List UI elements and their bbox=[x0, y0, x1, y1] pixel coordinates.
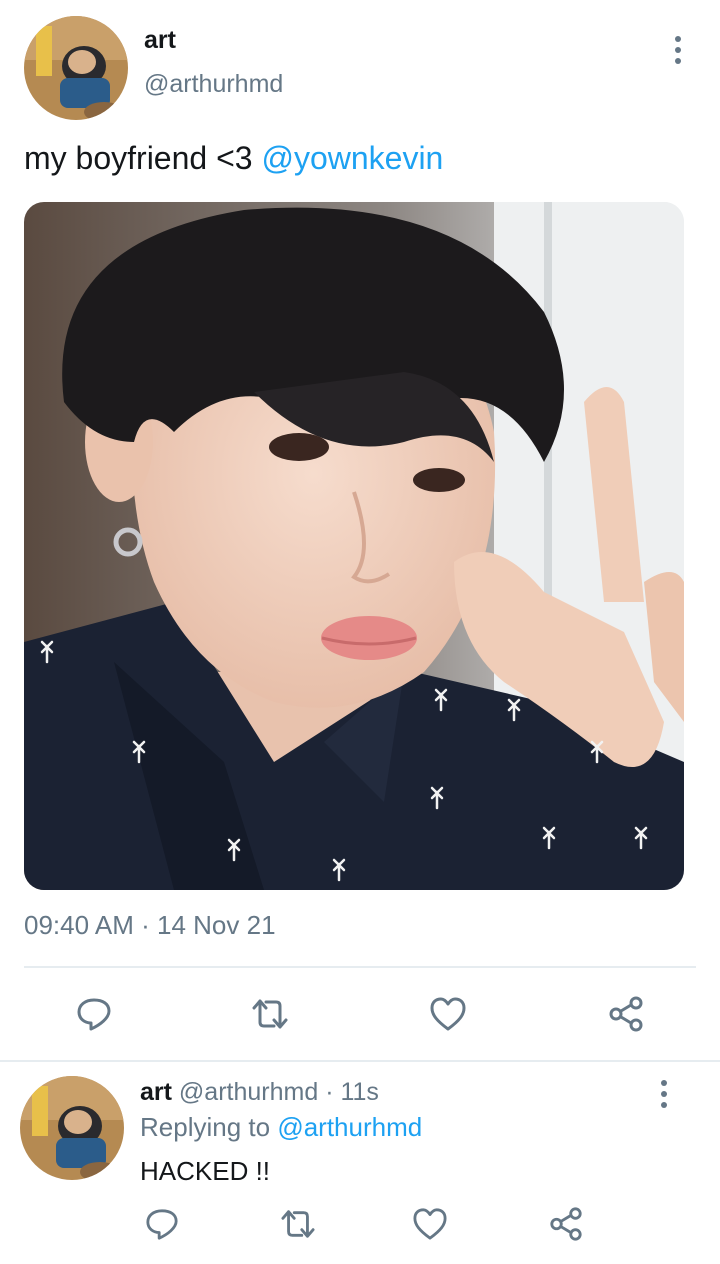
reply-share-icon[interactable] bbox=[542, 1200, 590, 1248]
more-options-icon[interactable] bbox=[666, 30, 690, 70]
reply-age: 11s bbox=[340, 1078, 379, 1106]
retweet-icon[interactable] bbox=[246, 990, 294, 1038]
author-name[interactable]: art bbox=[144, 26, 176, 55]
reply-more-options-icon[interactable] bbox=[652, 1074, 676, 1114]
reply-author-avatar[interactable] bbox=[20, 1076, 124, 1180]
author-avatar[interactable] bbox=[24, 16, 128, 120]
reply-icon[interactable] bbox=[70, 990, 118, 1038]
replying-to-link[interactable]: @arthurhmd bbox=[277, 1112, 422, 1142]
replying-to: Replying to @arthurhmd bbox=[140, 1112, 422, 1143]
reply-reply-icon[interactable] bbox=[138, 1200, 186, 1248]
divider bbox=[0, 1060, 720, 1062]
tweet-date: 14 Nov 21 bbox=[157, 910, 276, 940]
tweet-photo[interactable] bbox=[24, 202, 684, 890]
tweet-text-body: my boyfriend <3 bbox=[24, 140, 262, 176]
share-icon[interactable] bbox=[602, 990, 650, 1038]
divider bbox=[24, 966, 696, 968]
tweet-timestamp[interactable]: 09:40 AM · 14 Nov 21 bbox=[24, 910, 276, 941]
reply-like-icon[interactable] bbox=[406, 1200, 454, 1248]
reply-author-name[interactable]: art bbox=[140, 1078, 172, 1106]
tweet-time: 09:40 AM bbox=[24, 910, 134, 940]
reply-separator: · bbox=[325, 1078, 334, 1106]
reply-author-handle[interactable]: @arthurhmd bbox=[179, 1078, 318, 1106]
like-icon[interactable] bbox=[424, 990, 472, 1038]
author-handle[interactable]: @arthurhmd bbox=[144, 70, 283, 99]
replying-to-label: Replying to bbox=[140, 1112, 278, 1142]
reply-retweet-icon[interactable] bbox=[274, 1200, 322, 1248]
reply-header: art @arthurhmd · 11s bbox=[140, 1078, 379, 1107]
mention-link[interactable]: @yownkevin bbox=[261, 140, 443, 176]
tweet-text: my boyfriend <3 @yownkevin bbox=[24, 140, 443, 177]
timestamp-separator: · bbox=[141, 910, 150, 940]
reply-text: HACKED !! bbox=[140, 1156, 271, 1186]
